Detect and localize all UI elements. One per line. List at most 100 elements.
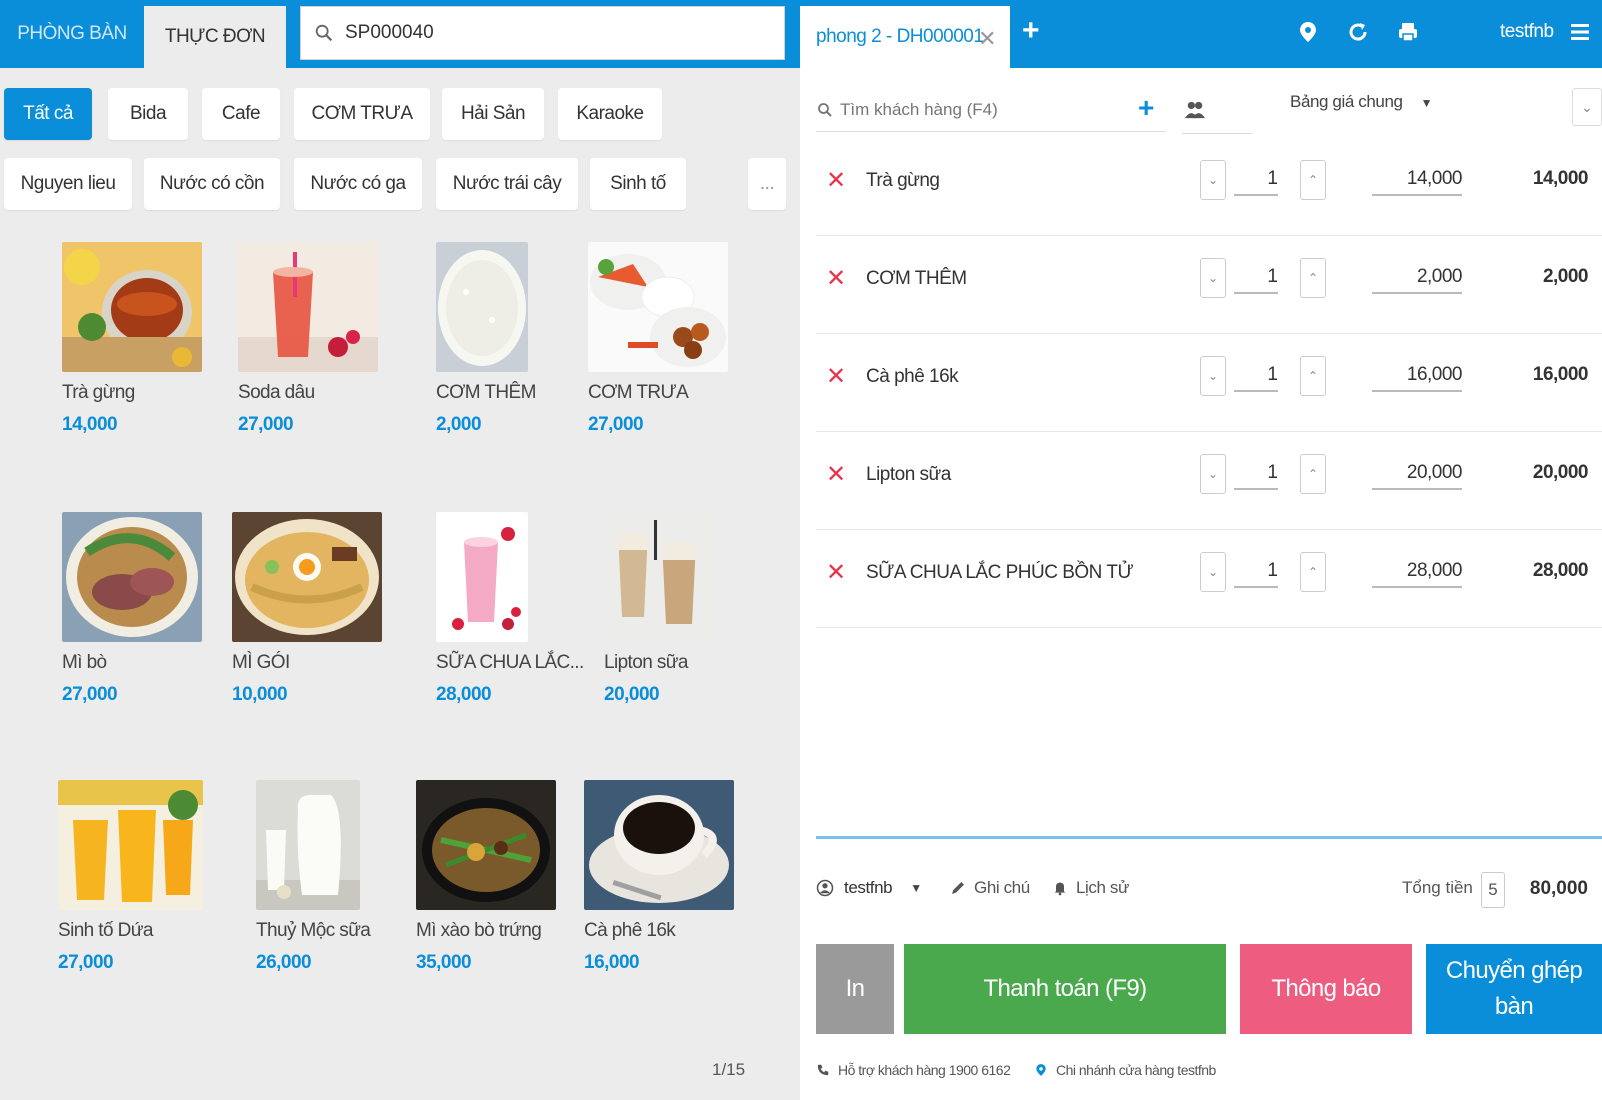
unit-price-input[interactable]: 2,000: [1372, 266, 1463, 294]
product-image-sua-chua-lac: [436, 512, 528, 642]
print-button[interactable]: In: [816, 944, 894, 1034]
user-icon: [816, 879, 834, 897]
users-icon: [1185, 101, 1205, 119]
menu-panel: PHÒNG BÀN THỰC ĐƠN Tất cả Bida Cafe CƠM …: [0, 0, 800, 1100]
delete-line-icon[interactable]: ✕: [826, 362, 846, 391]
qty-input[interactable]: 1: [1234, 560, 1278, 588]
notify-kitchen-button[interactable]: Thông báo: [1240, 944, 1412, 1034]
order-line: ✕ CƠM THÊM ⌄ 1 ⌃ 2,000 2,000: [816, 236, 1602, 334]
delete-line-icon[interactable]: ✕: [826, 264, 846, 293]
printer-icon[interactable]: [1396, 20, 1420, 44]
transfer-table-button[interactable]: Chuyển ghép bàn: [1426, 944, 1602, 1034]
branch-selector[interactable]: Chi nhánh cửa hàng testfnb: [1034, 1062, 1216, 1078]
product-card[interactable]: Trà gừng 14,000: [62, 242, 222, 436]
qty-input[interactable]: 1: [1234, 168, 1278, 196]
seller-selector[interactable]: testfnb ▼: [816, 878, 922, 898]
close-icon[interactable]: ✕: [978, 26, 996, 52]
history-button[interactable]: Lịch sử: [1052, 878, 1129, 898]
order-tab-active[interactable]: phong 2 - DH000001 ✕: [800, 6, 1010, 68]
username-label[interactable]: testfnb: [1500, 21, 1554, 43]
product-card[interactable]: Cà phê 16k 16,000: [584, 780, 744, 974]
category-bida[interactable]: Bida: [108, 88, 188, 140]
support-hotline[interactable]: Hỗ trợ khách hàng 1900 6162: [816, 1062, 1011, 1078]
category-nuoc-co-con[interactable]: Nước có cồn: [144, 158, 280, 210]
delete-line-icon[interactable]: ✕: [826, 558, 846, 587]
product-search[interactable]: [300, 6, 785, 60]
location-pin-icon[interactable]: [1296, 20, 1320, 44]
qty-input[interactable]: 1: [1234, 364, 1278, 392]
customer-search-input[interactable]: [840, 99, 1130, 120]
pay-button[interactable]: Thanh toán (F9): [904, 944, 1226, 1034]
category-hai-san[interactable]: Hải Sản: [442, 88, 544, 140]
product-image-com-trua: [588, 242, 728, 372]
product-card[interactable]: Sinh tố Dứa 27,000: [58, 780, 218, 974]
product-name: CƠM THÊM: [436, 382, 536, 403]
decrease-qty-button[interactable]: ⌄: [1200, 454, 1226, 494]
refresh-icon[interactable]: [1346, 20, 1370, 44]
product-price: 10,000: [232, 684, 288, 705]
category-nuoc-trai-cay[interactable]: Nước trái cây: [436, 158, 578, 210]
product-name: Lipton sữa: [604, 652, 688, 673]
customer-group-selector[interactable]: [1182, 90, 1252, 134]
add-order-button[interactable]: +: [1022, 14, 1040, 48]
decrease-qty-button[interactable]: ⌄: [1200, 356, 1226, 396]
delete-line-icon[interactable]: ✕: [826, 166, 846, 195]
category-com-trua[interactable]: CƠM TRƯA: [294, 88, 430, 140]
category-sinh-to[interactable]: Sinh tố: [590, 158, 686, 210]
category-all[interactable]: Tất cả: [4, 88, 92, 140]
delete-line-icon[interactable]: ✕: [826, 460, 846, 489]
product-search-input[interactable]: [345, 22, 765, 44]
increase-qty-button[interactable]: ⌃: [1300, 258, 1326, 298]
decrease-qty-button[interactable]: ⌄: [1200, 552, 1226, 592]
product-image-tra-gung: [62, 242, 202, 372]
qty-input[interactable]: 1: [1234, 266, 1278, 294]
hamburger-menu-icon[interactable]: [1568, 20, 1592, 44]
bell-icon: [1054, 882, 1066, 896]
product-name: Mì xào bò trứng: [416, 920, 542, 941]
product-name: Soda dâu: [238, 382, 315, 403]
product-card[interactable]: CƠM THÊM 2,000: [436, 242, 596, 436]
chevron-down-icon[interactable]: ⌄: [1572, 88, 1602, 126]
unit-price-input[interactable]: 16,000: [1372, 364, 1463, 392]
decrease-qty-button[interactable]: ⌄: [1200, 160, 1226, 200]
customer-search[interactable]: [816, 88, 1166, 132]
category-nuoc-co-ga[interactable]: Nước có ga: [294, 158, 422, 210]
note-button[interactable]: Ghi chú: [950, 878, 1030, 898]
increase-qty-button[interactable]: ⌃: [1300, 454, 1326, 494]
line-total: 14,000: [1532, 168, 1589, 189]
product-price: 27,000: [58, 952, 114, 973]
total-item-count: 5: [1481, 872, 1505, 908]
product-card[interactable]: CƠM TRƯA 27,000: [588, 242, 748, 436]
tab-rooms[interactable]: PHÒNG BÀN: [0, 0, 144, 68]
order-footer: testfnb ▼ Ghi chú Lịch sử Tổng tiền 5 80…: [816, 872, 1602, 912]
increase-qty-button[interactable]: ⌃: [1300, 552, 1326, 592]
category-karaoke[interactable]: Karaoke: [558, 88, 662, 140]
tab-menu[interactable]: THỰC ĐƠN: [144, 6, 286, 68]
increase-qty-button[interactable]: ⌃: [1300, 356, 1326, 396]
product-card[interactable]: Mì xào bò trứng 35,000: [416, 780, 576, 974]
decrease-qty-button[interactable]: ⌄: [1200, 258, 1226, 298]
product-card[interactable]: Lipton sữa 20,000: [604, 512, 764, 706]
add-customer-button[interactable]: +: [1138, 92, 1154, 124]
product-card[interactable]: SỮA CHUA LẮC... 28,000: [436, 512, 596, 706]
product-price: 35,000: [416, 952, 472, 973]
unit-price-input[interactable]: 20,000: [1372, 462, 1463, 490]
increase-qty-button[interactable]: ⌃: [1300, 160, 1326, 200]
category-nguyen-lieu[interactable]: Nguyen lieu: [4, 158, 132, 210]
category-more-button[interactable]: ...: [748, 158, 786, 210]
product-card[interactable]: Soda dâu 27,000: [238, 242, 398, 436]
summary-divider: [816, 836, 1602, 839]
product-price: 27,000: [62, 684, 118, 705]
category-cafe[interactable]: Cafe: [202, 88, 280, 140]
unit-price-input[interactable]: 28,000: [1372, 560, 1463, 588]
order-topbar: phong 2 - DH000001 ✕ + testfnb: [800, 0, 1602, 68]
unit-price-input[interactable]: 14,000: [1372, 168, 1463, 196]
line-item-name: Trà gừng: [866, 170, 940, 191]
price-book-dropdown[interactable]: Bảng giá chung ▼: [1290, 92, 1432, 112]
qty-input[interactable]: 1: [1234, 462, 1278, 490]
product-card[interactable]: Thuỷ Mộc sữa 26,000: [256, 780, 416, 974]
product-card[interactable]: Mì bò 27,000: [62, 512, 222, 706]
product-card[interactable]: MÌ GÓI 10,000: [232, 512, 392, 706]
caret-down-icon: ▼: [910, 881, 922, 895]
seller-name: testfnb: [844, 878, 893, 897]
